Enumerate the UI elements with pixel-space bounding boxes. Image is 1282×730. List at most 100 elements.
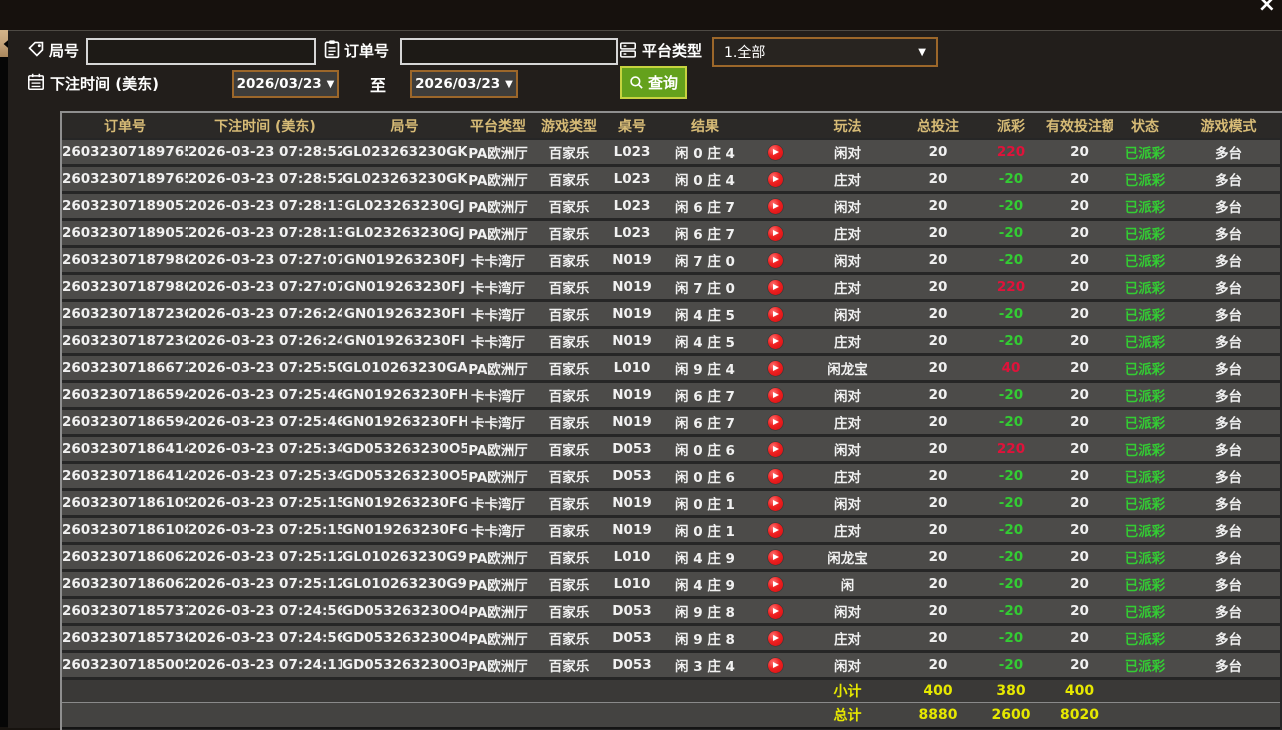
grand-total-label: 总计 <box>795 702 900 729</box>
play-icon[interactable] <box>767 306 783 322</box>
play-icon[interactable] <box>767 360 783 376</box>
col-header-round-id: 局号 <box>342 113 467 140</box>
order-id-input[interactable] <box>400 38 618 65</box>
cell-total-bet: 20 <box>900 543 976 572</box>
grand-total-row: 总计 8880 2600 8020 <box>62 702 1280 729</box>
background-left-sliver <box>0 30 8 727</box>
play-icon[interactable] <box>767 576 783 592</box>
window-titlebar: × <box>0 0 1282 30</box>
cell-payout: -20 <box>976 462 1046 491</box>
cell-bet-type: 庄对 <box>795 408 900 437</box>
cell-result: 闲 4 庄 9 <box>655 570 755 599</box>
cell-bet-type: 闲对 <box>795 651 900 680</box>
cell-bet-time: 2026-03-23 07:24:11 <box>188 651 342 680</box>
play-icon[interactable] <box>767 549 783 565</box>
cell-table-no: N019 <box>609 327 655 356</box>
cell-round-id: GD053263230O3 <box>342 651 467 680</box>
play-icon[interactable] <box>767 441 783 457</box>
cell-order-id: 260323071860627 <box>62 570 188 599</box>
play-icon[interactable] <box>767 333 783 349</box>
play-triangle <box>773 554 779 560</box>
cell-order-id: 260323071857371 <box>62 597 188 626</box>
cell-round-id: GL010263230G9 <box>342 570 467 599</box>
cell-valid-bet: 20 <box>1046 489 1113 518</box>
play-icon[interactable] <box>767 414 783 430</box>
cell-bet-type: 闲对 <box>795 139 900 167</box>
cell-payout: -20 <box>976 246 1046 275</box>
cell-result: 闲 9 庄 8 <box>655 597 755 626</box>
cell-payout: -20 <box>976 570 1046 599</box>
bet-records-table: 订单号 下注时间 (美东) 局号 平台类型 游戏类型 桌号 结果 玩法 总投注 … <box>60 111 1282 730</box>
play-triangle <box>773 149 779 155</box>
play-icon[interactable] <box>767 252 783 268</box>
cell-table-no: L010 <box>609 570 655 599</box>
play-triangle <box>773 500 779 506</box>
table-row: 260323071872366 2026-03-23 07:26:24 GN01… <box>62 300 1280 329</box>
subtotal-valid-bet: 400 <box>1046 678 1113 703</box>
cell-bet-type: 闲对 <box>795 246 900 275</box>
cell-replay <box>755 408 795 437</box>
cell-game-mode: 多台 <box>1177 246 1280 275</box>
cell-status: 已派彩 <box>1113 489 1177 518</box>
play-icon[interactable] <box>767 630 783 646</box>
cell-result: 闲 9 庄 4 <box>655 354 755 383</box>
play-icon[interactable] <box>767 387 783 403</box>
cell-round-id: GL023263230GK <box>342 139 467 167</box>
table-row: 260323071860627 2026-03-23 07:25:12 GL01… <box>62 570 1280 599</box>
play-triangle <box>773 608 779 614</box>
cell-status: 已派彩 <box>1113 246 1177 275</box>
play-icon[interactable] <box>767 522 783 538</box>
cell-valid-bet: 20 <box>1046 219 1113 248</box>
date-to-value: 2026/03/23 <box>415 76 501 92</box>
query-button[interactable]: 查询 <box>620 66 688 99</box>
platform-type-select[interactable]: 1.全部 ▼ <box>712 37 938 67</box>
play-icon[interactable] <box>767 171 783 187</box>
cell-round-id: GD053263230O4 <box>342 624 467 653</box>
cell-round-id: GN019263230FG <box>342 489 467 518</box>
cell-table-no: L023 <box>609 165 655 194</box>
play-triangle <box>773 392 779 398</box>
cell-game-mode: 多台 <box>1177 543 1280 572</box>
table-row: 260323071850053 2026-03-23 07:24:11 GD05… <box>62 651 1280 680</box>
cell-status: 已派彩 <box>1113 139 1177 167</box>
play-icon[interactable] <box>767 603 783 619</box>
cell-total-bet: 20 <box>900 139 976 167</box>
col-header-bet-time: 下注时间 (美东) <box>188 113 342 140</box>
chevron-down-icon: ▼ <box>505 78 513 90</box>
play-icon[interactable] <box>767 198 783 214</box>
cell-bet-time: 2026-03-23 07:25:12 <box>188 570 342 599</box>
date-to-select[interactable]: 2026/03/23 ▼ <box>410 70 518 98</box>
cell-bet-type: 闲对 <box>795 489 900 518</box>
play-icon[interactable] <box>767 144 783 160</box>
subtotal-label: 小计 <box>795 678 900 703</box>
play-icon[interactable] <box>767 279 783 295</box>
close-icon[interactable]: × <box>1258 0 1276 16</box>
cell-replay <box>755 354 795 383</box>
cell-status: 已派彩 <box>1113 435 1177 464</box>
play-icon[interactable] <box>767 657 783 673</box>
cell-platform: 卡卡湾厅 <box>467 489 529 518</box>
play-icon[interactable] <box>767 225 783 241</box>
cell-game-mode: 多台 <box>1177 408 1280 437</box>
cell-platform: PA欧洲厅 <box>467 651 529 680</box>
cell-total-bet: 20 <box>900 651 976 680</box>
play-icon[interactable] <box>767 495 783 511</box>
cell-order-id: 260323071850053 <box>62 651 188 680</box>
cell-platform: PA欧洲厅 <box>467 624 529 653</box>
table-header-row: 订单号 下注时间 (美东) 局号 平台类型 游戏类型 桌号 结果 玩法 总投注 … <box>62 113 1280 140</box>
cell-table-no: D053 <box>609 462 655 491</box>
round-id-input[interactable] <box>86 38 316 65</box>
cell-total-bet: 20 <box>900 246 976 275</box>
cell-game-type: 百家乐 <box>529 651 609 680</box>
table-row: 260323071879864 2026-03-23 07:27:07 GN01… <box>62 273 1280 302</box>
cell-table-no: D053 <box>609 435 655 464</box>
cell-status: 已派彩 <box>1113 624 1177 653</box>
cell-total-bet: 20 <box>900 489 976 518</box>
cell-total-bet: 20 <box>900 165 976 194</box>
play-icon[interactable] <box>767 468 783 484</box>
play-triangle <box>773 446 779 452</box>
cell-replay <box>755 327 795 356</box>
bet-time-label: 下注时间 (美东) <box>50 75 159 93</box>
cell-game-mode: 多台 <box>1177 381 1280 410</box>
date-from-select[interactable]: 2026/03/23 ▼ <box>232 70 339 98</box>
